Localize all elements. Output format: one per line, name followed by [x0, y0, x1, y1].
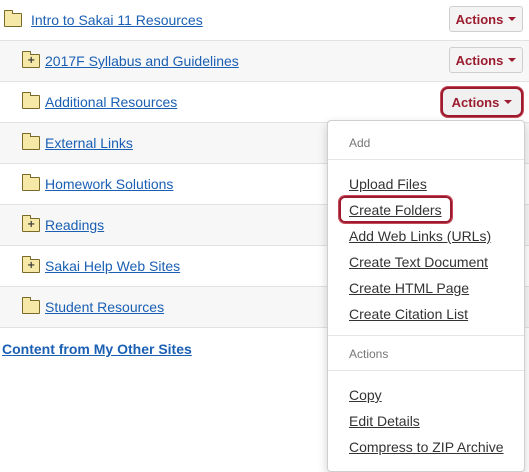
other-sites-link[interactable]: Content from My Other Sites	[2, 341, 192, 357]
caret-down-icon	[508, 17, 517, 21]
resource-row-syllabus: + 2017F Syllabus and Guidelines Actions	[0, 41, 529, 82]
folder-expand-icon[interactable]: +	[22, 51, 40, 68]
menu-item-edit-details[interactable]: Edit Details	[349, 413, 420, 429]
menu-item-compress-zip[interactable]: Compress to ZIP Archive	[349, 439, 504, 455]
folder-link-student[interactable]: Student Resources	[45, 299, 164, 315]
actions-button[interactable]: Actions	[449, 47, 523, 73]
menu-header-add: Add	[349, 136, 371, 150]
menu-item-add-web-links[interactable]: Add Web Links (URLs)	[349, 228, 491, 244]
actions-label: Actions	[455, 11, 504, 27]
folder-icon[interactable]	[22, 92, 40, 109]
menu-item-create-html-page[interactable]: Create HTML Page	[349, 280, 469, 296]
caret-down-icon	[504, 100, 513, 104]
actions-button[interactable]: Actions	[449, 6, 523, 32]
menu-divider	[328, 159, 524, 160]
folder-link-additional[interactable]: Additional Resources	[45, 94, 177, 110]
folder-link-intro[interactable]: Intro to Sakai 11 Resources	[31, 12, 203, 28]
actions-label: Actions	[455, 52, 504, 68]
folder-icon[interactable]	[22, 133, 40, 150]
menu-divider	[328, 335, 524, 336]
folder-icon[interactable]	[22, 297, 40, 314]
folder-link-help-sites[interactable]: Sakai Help Web Sites	[45, 258, 180, 274]
menu-item-upload-files[interactable]: Upload Files	[349, 176, 427, 192]
resource-row-additional: Additional Resources Actions	[0, 82, 529, 123]
actions-label: Actions	[451, 94, 500, 110]
menu-item-copy[interactable]: Copy	[349, 387, 382, 403]
caret-down-icon	[508, 58, 517, 62]
menu-header-actions: Actions	[349, 347, 389, 361]
folder-icon[interactable]	[22, 174, 40, 191]
folder-expand-icon[interactable]: +	[22, 256, 40, 273]
menu-divider	[328, 370, 524, 371]
menu-item-create-folders[interactable]: Create Folders	[349, 202, 442, 218]
folder-link-syllabus[interactable]: 2017F Syllabus and Guidelines	[45, 53, 239, 69]
actions-button-active[interactable]: Actions	[441, 87, 523, 117]
actions-dropdown-menu: Add Upload Files Create Folders Add Web …	[327, 120, 525, 472]
folder-expand-icon[interactable]: +	[22, 215, 40, 232]
folder-icon[interactable]	[4, 10, 22, 27]
folder-link-readings[interactable]: Readings	[45, 217, 104, 233]
menu-item-create-citation-list[interactable]: Create Citation List	[349, 306, 468, 322]
menu-item-create-text-document[interactable]: Create Text Document	[349, 254, 488, 270]
folder-link-homework[interactable]: Homework Solutions	[45, 176, 173, 192]
folder-link-external[interactable]: External Links	[45, 135, 133, 151]
resource-row-intro: Intro to Sakai 11 Resources Actions	[0, 0, 529, 41]
